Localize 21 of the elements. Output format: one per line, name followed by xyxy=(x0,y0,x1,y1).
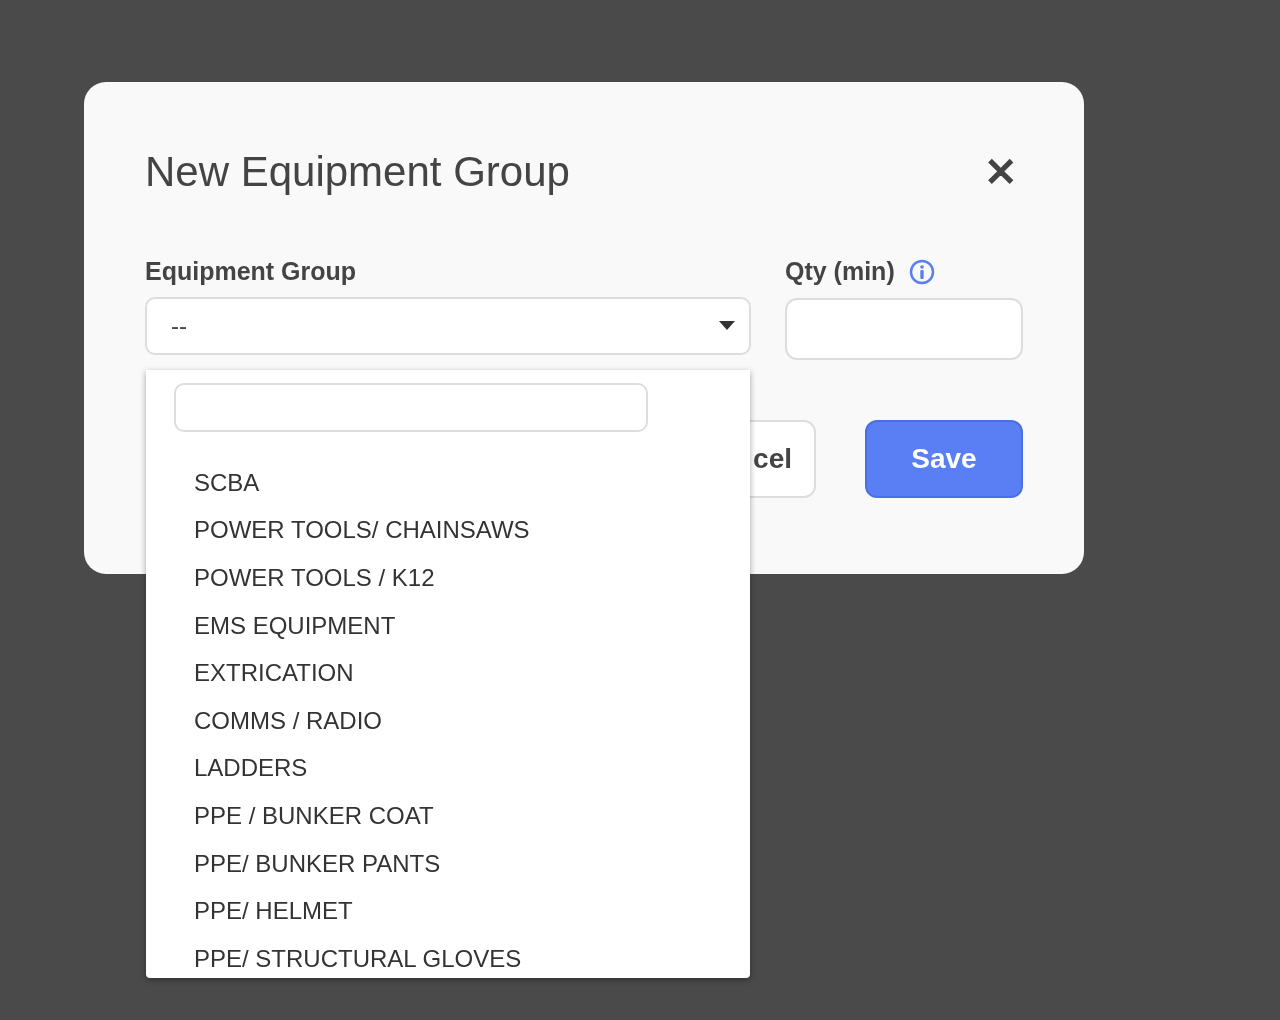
search-field[interactable] xyxy=(174,383,648,432)
dropdown-option[interactable]: EMS EQUIPMENT xyxy=(194,601,396,650)
dropdown-option[interactable]: EXTRICATION xyxy=(194,649,354,697)
dropdown-option[interactable]: POWER TOOLS / K12 xyxy=(194,554,435,602)
dropdown-option[interactable]: COMMS / RADIO xyxy=(194,696,382,745)
dialog-title: New Equipment Group xyxy=(145,147,570,197)
close-button[interactable]: ✕ xyxy=(984,151,1018,192)
dropdown-option[interactable]: PPE/ BUNKER PANTS xyxy=(194,839,441,888)
save-button[interactable]: Save xyxy=(865,420,1023,498)
dropdown-option[interactable]: SCBA xyxy=(194,459,260,507)
dropdown-option[interactable]: PPE/ HELMET xyxy=(194,887,353,935)
caret-icon xyxy=(719,321,735,331)
field-label: Qty (min) xyxy=(785,256,895,288)
dropdown-option[interactable]: PPE / BUNKER COAT xyxy=(194,792,434,840)
dropdown-option[interactable]: PPE/ STRUCTURAL GLOVES xyxy=(194,934,522,978)
qty-input[interactable] xyxy=(785,298,1023,360)
info-icon[interactable] xyxy=(908,259,935,285)
dropdown-option[interactable]: LADDERS xyxy=(194,744,308,793)
select-field[interactable]: -- xyxy=(145,297,751,355)
dropdown-option[interactable]: POWER TOOLS/ CHAINSAWS xyxy=(194,506,530,555)
field-label: Equipment Group xyxy=(145,256,357,288)
